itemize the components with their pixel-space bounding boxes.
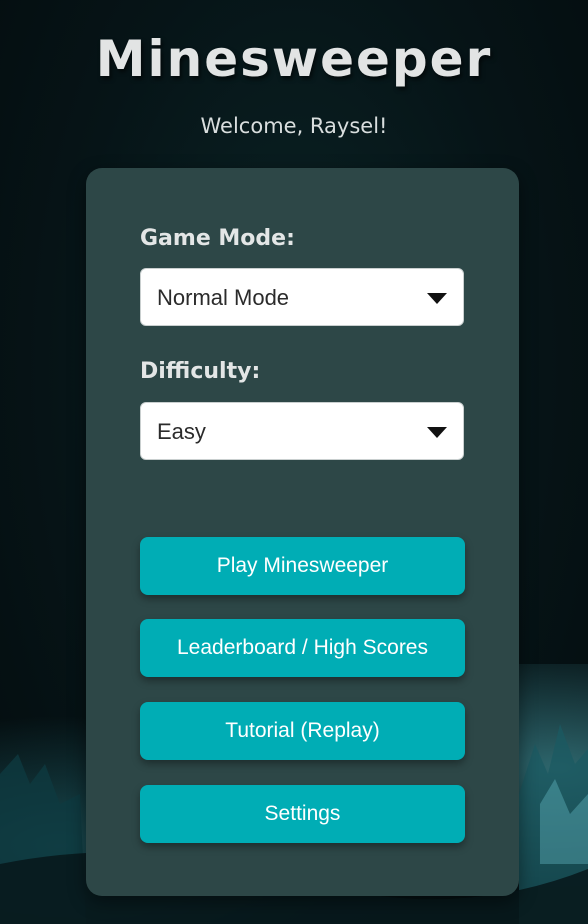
play-button[interactable]: Play Minesweeper	[140, 537, 465, 595]
app-title: Minesweeper	[95, 30, 493, 88]
difficulty-selected-value: Easy	[157, 419, 206, 444]
difficulty-select[interactable]: Easy	[140, 402, 464, 460]
game-mode-selected-value: Normal Mode	[157, 285, 290, 310]
difficulty-label: Difficulty:	[140, 359, 261, 384]
settings-button[interactable]: Settings	[140, 785, 465, 843]
caret-down-icon	[427, 427, 447, 438]
tutorial-button[interactable]: Tutorial (Replay)	[140, 702, 465, 760]
menu-panel: Game Mode: Normal Mode Difficulty: Easy …	[86, 168, 519, 896]
caret-down-icon	[427, 293, 447, 304]
game-mode-select[interactable]: Normal Mode	[140, 268, 464, 326]
welcome-message: Welcome, Raysel!	[200, 114, 388, 138]
game-mode-label: Game Mode:	[140, 226, 295, 251]
leaderboard-button[interactable]: Leaderboard / High Scores	[140, 619, 465, 677]
